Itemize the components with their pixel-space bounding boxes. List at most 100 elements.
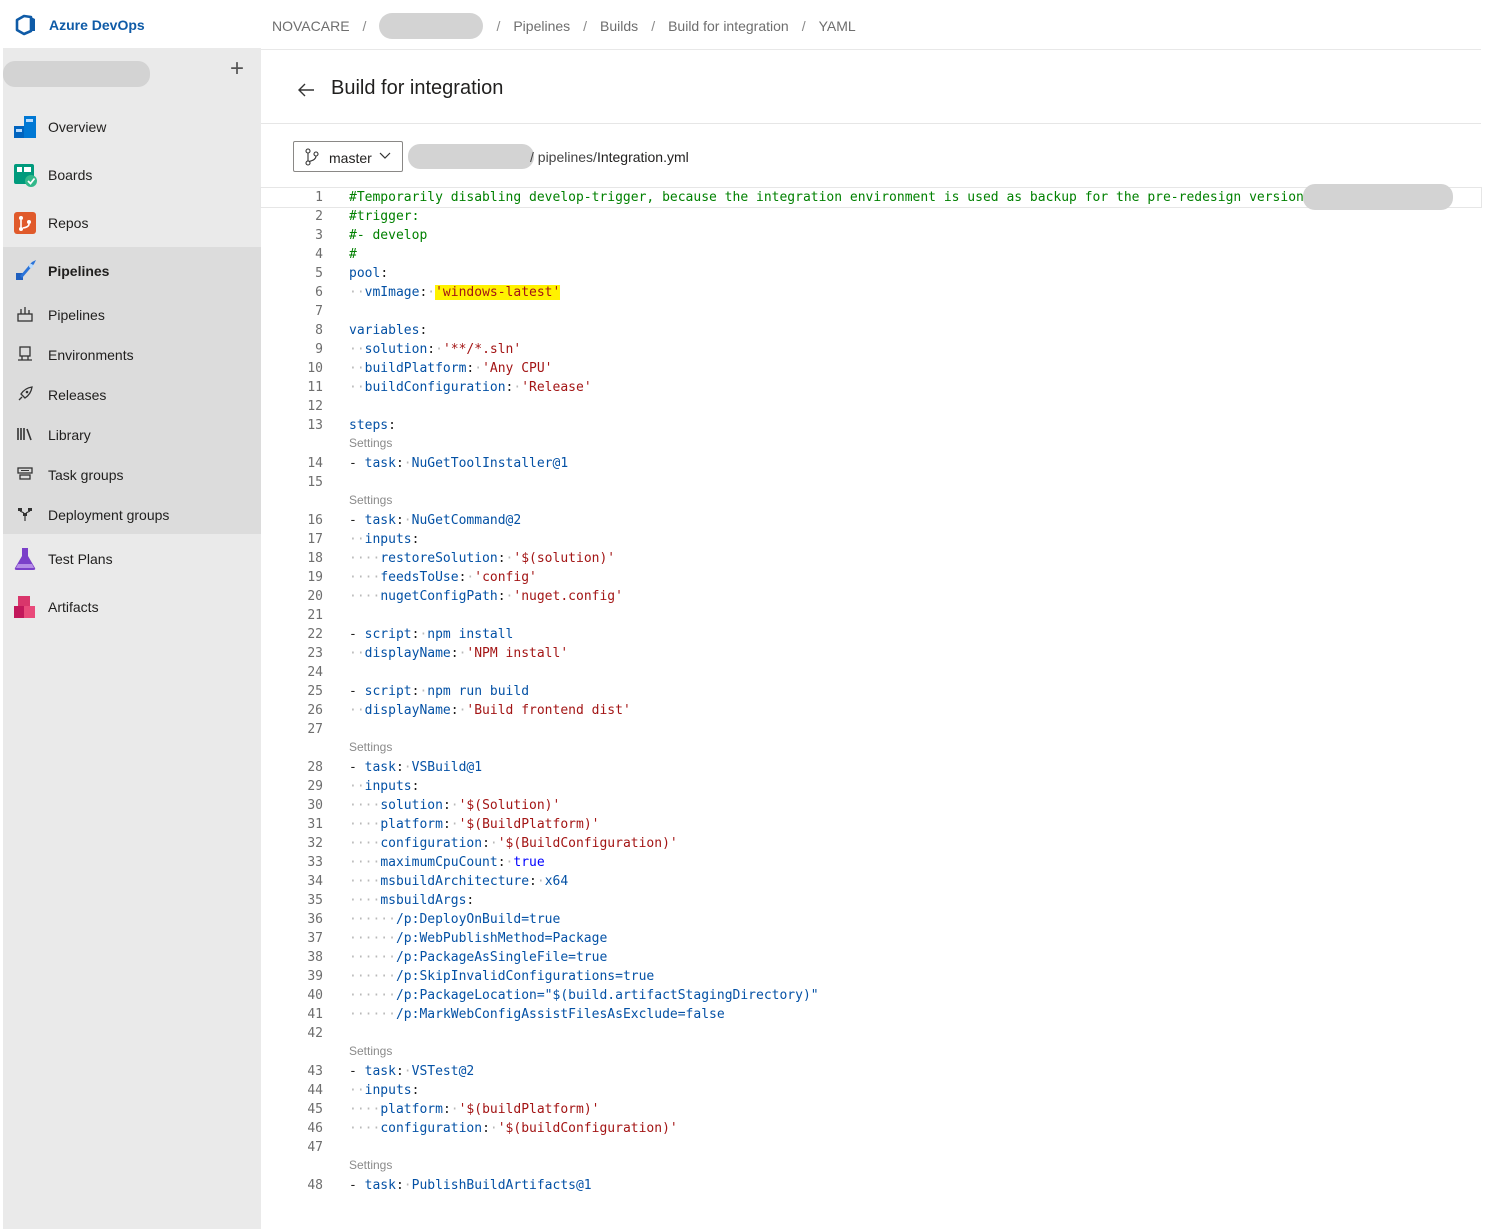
breadcrumb-project-redacted[interactable] <box>379 13 484 39</box>
sidebar-item-repos[interactable]: Repos <box>3 199 261 247</box>
code-line[interactable]: 15 <box>261 473 1481 492</box>
repos-icon <box>14 212 36 234</box>
code-line[interactable]: 23 ··displayName:·'NPM install' <box>261 644 1481 663</box>
code-line[interactable]: 2 #trigger: <box>261 207 1481 226</box>
line-text: - script:·npm run build <box>349 684 530 699</box>
sidebar-item-artifacts[interactable]: Artifacts <box>3 583 261 631</box>
code-line[interactable]: 8 variables: <box>261 321 1481 340</box>
code-line[interactable]: 42 <box>261 1024 1481 1043</box>
line-number: 41 <box>307 1007 323 1022</box>
sidebar-item-boards[interactable]: Boards <box>3 151 261 199</box>
line-text: ····platform:·'$(buildPlatform)' <box>349 1102 600 1117</box>
library-icon <box>17 428 32 441</box>
sidebar-subitem-deployment-groups[interactable]: Deployment groups <box>3 494 261 534</box>
code-line[interactable]: 45 ····platform:·'$(buildPlatform)' <box>261 1100 1481 1119</box>
code-line[interactable]: 25 - script:·npm run build <box>261 682 1481 701</box>
code-line[interactable]: 13 steps: <box>261 416 1481 435</box>
line-number: 27 <box>307 722 323 737</box>
file-path-dir[interactable]: / pipelines/ <box>530 149 597 165</box>
code-line[interactable]: 38 ······/p:PackageAsSingleFile=true <box>261 948 1481 967</box>
breadcrumb-yaml[interactable]: YAML <box>819 18 856 34</box>
code-line[interactable]: 32 ····configuration:·'$(BuildConfigurati… <box>261 834 1481 853</box>
sidebar-subitem-releases[interactable]: Releases <box>3 374 261 414</box>
breadcrumb-build-definition[interactable]: Build for integration <box>668 18 789 34</box>
code-line[interactable]: 5 pool: <box>261 264 1481 283</box>
code-line[interactable]: 39 ······/p:SkipInvalidConfigurations=tru… <box>261 967 1481 986</box>
code-line[interactable]: 33 ····maximumCpuCount:·true <box>261 853 1481 872</box>
settings-codelens[interactable]: Settings <box>349 493 392 507</box>
code-line[interactable]: 34 ····msbuildArchitecture:·x64 <box>261 872 1481 891</box>
code-line[interactable]: 37 ······/p:WebPublishMethod=Package <box>261 929 1481 948</box>
line-number: 23 <box>307 646 323 661</box>
code-line[interactable]: 40 ······/p:PackageLocation="$(build.arti… <box>261 986 1481 1005</box>
branch-selector[interactable]: master <box>293 141 403 172</box>
code-line[interactable]: 19 ····feedsToUse:·'config' <box>261 568 1481 587</box>
code-line[interactable]: 4 # <box>261 245 1481 264</box>
code-line[interactable]: 30 ····solution:·'$(Solution)' <box>261 796 1481 815</box>
line-number: 46 <box>307 1121 323 1136</box>
code-line[interactable]: 29 ··inputs: <box>261 777 1481 796</box>
line-number: 44 <box>307 1083 323 1098</box>
code-line[interactable]: 27 <box>261 720 1481 739</box>
new-project-plus-icon[interactable]: + <box>225 57 249 82</box>
code-line[interactable]: 31 ····platform:·'$(BuildPlatform)' <box>261 815 1481 834</box>
back-arrow-icon[interactable] <box>296 80 316 100</box>
code-line[interactable]: 14 - task:·NuGetToolInstaller@1 <box>261 454 1481 473</box>
code-line[interactable]: 3 #- develop <box>261 226 1481 245</box>
project-selector[interactable] <box>3 52 261 96</box>
code-line[interactable]: 44 ··inputs: <box>261 1081 1481 1100</box>
sidebar-item-overview[interactable]: Overview <box>3 103 261 151</box>
line-number: 40 <box>307 988 323 1003</box>
code-line[interactable]: 46 ····configuration:·'$(buildConfigurati… <box>261 1119 1481 1138</box>
sidebar-subitem-environments[interactable]: Environments <box>3 334 261 374</box>
code-line[interactable]: 9 ··solution:·'**/*.sln' <box>261 340 1481 359</box>
code-line[interactable]: 11 ··buildConfiguration:·'Release' <box>261 378 1481 397</box>
line-text: ··buildPlatform:·'Any CPU' <box>349 361 553 376</box>
settings-codelens[interactable]: Settings <box>349 1044 392 1058</box>
line-number: 26 <box>307 703 323 718</box>
code-line[interactable]: 41 ······/p:MarkWebConfigAssistFilesAsExc… <box>261 1005 1481 1024</box>
code-line[interactable]: 18 ····restoreSolution:·'$(solution)' <box>261 549 1481 568</box>
code-line[interactable]: 7 <box>261 302 1481 321</box>
code-line[interactable]: 24 <box>261 663 1481 682</box>
line-text: ······/p:MarkWebConfigAssistFilesAsExclu… <box>349 1007 725 1022</box>
line-number: 21 <box>307 608 323 623</box>
breadcrumb-org[interactable]: NOVACARE <box>272 18 350 34</box>
settings-codelens[interactable]: Settings <box>349 436 392 450</box>
code-line[interactable]: 48 - task:·PublishBuildArtifacts@1 <box>261 1176 1481 1195</box>
code-line[interactable]: 1 #Temporarily disabling develop-trigger,… <box>260 187 1482 208</box>
app-name[interactable]: Azure DevOps <box>49 17 145 33</box>
breadcrumb-separator: / <box>583 18 588 34</box>
code-line[interactable]: 20 ····nugetConfigPath:·'nuget.config' <box>261 587 1481 606</box>
redacted-comment-tail <box>1303 184 1453 210</box>
line-text: ··inputs: <box>349 779 420 794</box>
sidebar-subitem-task-groups[interactable]: Task groups <box>3 454 261 494</box>
brand-bar: Azure DevOps <box>3 0 261 48</box>
code-line[interactable]: 6 ··vmImage:·'windows-latest' <box>261 283 1481 302</box>
code-line[interactable]: 36 ······/p:DeployOnBuild=true <box>261 910 1481 929</box>
code-line[interactable]: 28 - task:·VSBuild@1 <box>261 758 1481 777</box>
code-line[interactable]: 22 - script:·npm install <box>261 625 1481 644</box>
code-line[interactable]: 47 <box>261 1138 1481 1157</box>
sidebar-subitem-pipelines[interactable]: Pipelines <box>3 294 261 334</box>
code-line[interactable]: 16 - task:·NuGetCommand@2 <box>261 511 1481 530</box>
settings-codelens[interactable]: Settings <box>349 1158 392 1172</box>
sidebar: Azure DevOps + Overview Boards Repos Pip… <box>3 0 261 1229</box>
code-line[interactable]: 26 ··displayName:·'Build frontend dist' <box>261 701 1481 720</box>
code-line[interactable]: 10 ··buildPlatform:·'Any CPU' <box>261 359 1481 378</box>
code-line[interactable]: 17 ··inputs: <box>261 530 1481 549</box>
breadcrumb-pipelines[interactable]: Pipelines <box>513 18 570 34</box>
breadcrumb-builds[interactable]: Builds <box>600 18 638 34</box>
code-line[interactable]: 43 - task:·VSTest@2 <box>261 1062 1481 1081</box>
code-line[interactable]: 35 ····msbuildArgs: <box>261 891 1481 910</box>
sidebar-item-pipelines[interactable]: Pipelines <box>3 247 261 295</box>
deployment-groups-icon <box>18 508 32 521</box>
line-text: ····solution:·'$(Solution)' <box>349 798 561 813</box>
line-number: 47 <box>307 1140 323 1155</box>
code-line[interactable]: 12 <box>261 397 1481 416</box>
sidebar-item-test-plans[interactable]: Test Plans <box>3 535 261 583</box>
code-line[interactable]: 21 <box>261 606 1481 625</box>
sidebar-subitem-library[interactable]: Library <box>3 414 261 454</box>
line-number: 48 <box>307 1178 323 1193</box>
settings-codelens[interactable]: Settings <box>349 740 392 754</box>
